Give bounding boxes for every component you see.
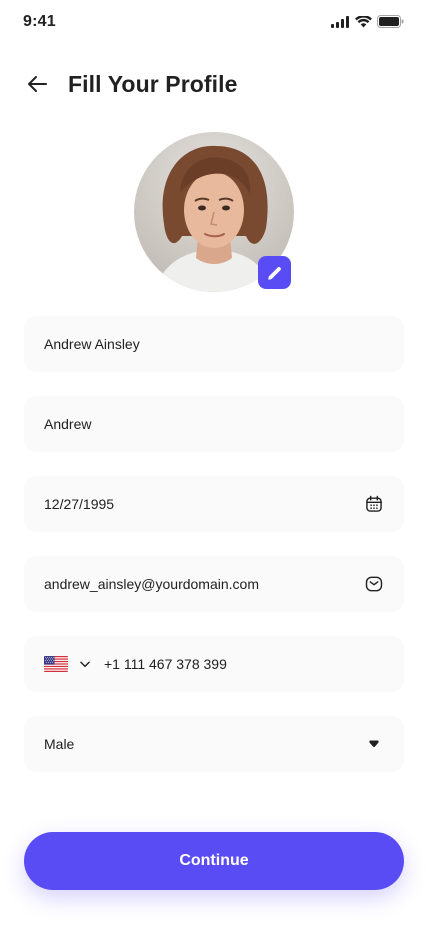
date-of-birth-value: 12/27/1995 [44, 496, 115, 512]
nickname-field[interactable]: Andrew [24, 396, 404, 452]
back-button[interactable] [24, 70, 52, 98]
phone-value: +1 111 467 378 399 [104, 656, 227, 672]
envelope-icon [364, 574, 384, 594]
avatar-container [134, 132, 294, 292]
date-of-birth-field[interactable]: 12/27/1995 [24, 476, 404, 532]
nickname-value: Andrew [44, 416, 92, 432]
status-time: 9:41 [23, 13, 56, 30]
us-flag-icon[interactable] [44, 656, 68, 672]
full-name-value: Andrew Ainsley [44, 336, 140, 352]
email-value: andrew_ainsley@yourdomain.com [44, 576, 259, 592]
page-title: Fill Your Profile [68, 70, 238, 97]
caret-down-icon[interactable] [364, 734, 384, 754]
continue-button[interactable]: Continue [24, 832, 404, 890]
pencil-icon [267, 266, 281, 280]
status-icons [331, 15, 404, 28]
full-name-field[interactable]: Andrew Ainsley [24, 316, 404, 372]
battery-icon [377, 15, 404, 28]
gender-select[interactable]: Male [24, 716, 404, 772]
email-field[interactable]: andrew_ainsley@yourdomain.com [24, 556, 404, 612]
phone-field[interactable]: +1 111 467 378 399 [24, 636, 404, 692]
arrow-left-icon [28, 76, 47, 92]
chevron-down-icon[interactable] [78, 657, 92, 671]
header: Fill Your Profile [24, 62, 404, 106]
status-bar: 9:41 [0, 0, 428, 44]
wifi-icon [355, 15, 372, 27]
calendar-icon[interactable] [364, 494, 384, 514]
signal-icon [331, 15, 349, 28]
edit-avatar-button[interactable] [258, 256, 291, 289]
gender-value: Male [44, 736, 75, 752]
fill-profile-screen: 9:41 Fill Your Profile Andrew Ainsley An… [0, 0, 428, 926]
